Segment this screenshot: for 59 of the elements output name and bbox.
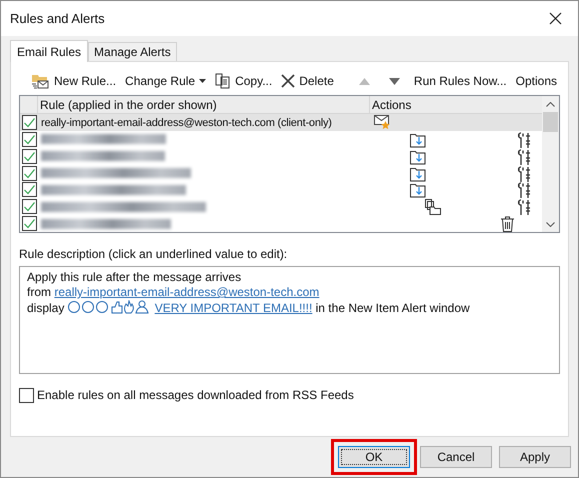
scroll-down-icon	[546, 222, 555, 227]
dropdown-rule-button[interactable]: Change Rule	[122, 70, 210, 92]
up-arrow-icon	[358, 78, 370, 84]
toolbar-button[interactable]: Run Rules Now...	[410, 70, 510, 92]
new-rule-button[interactable]: New Rule...	[29, 70, 120, 92]
window-title: Rules and Alerts	[10, 10, 105, 28]
scroll-up-icon	[546, 102, 555, 107]
folder-arrow-icon	[410, 182, 426, 198]
checkbox-label: Enable rules on all messages downloaded from RSS Feeds	[37, 387, 354, 404]
dialog-button[interactable]: Cancel	[420, 446, 492, 468]
dialog-button[interactable]: Apply	[499, 446, 571, 468]
delete-x-icon	[281, 74, 296, 88]
copy-icon	[215, 73, 232, 89]
close-icon	[549, 12, 562, 25]
checkbox[interactable]	[22, 199, 36, 214]
folder-arrow-icon	[410, 166, 426, 182]
dialog-button[interactable]: OK	[338, 446, 410, 468]
tools-icon	[518, 182, 531, 198]
folder-arrow-icon	[410, 132, 426, 148]
rule-name: really-important-email-address@weston-tech.com (client-only)	[41, 117, 332, 130]
checkbox[interactable]	[22, 115, 36, 130]
alert-text-link[interactable]: VERY IMPORTANT EMAIL!!!!	[68, 301, 312, 315]
tools-icon	[518, 132, 531, 148]
column-header[interactable]: Actions	[370, 96, 542, 113]
tools-icon	[518, 199, 531, 216]
folder-arrow-icon	[410, 148, 426, 165]
person-icon	[135, 300, 148, 314]
rule-description-label: Rule description (click an underlined value to edit):	[19, 246, 288, 263]
face-icon	[68, 301, 80, 313]
checkbox[interactable]	[22, 166, 36, 181]
folder-envelope-icon	[32, 73, 50, 89]
email-link[interactable]: really-important-email-address@weston-tech.com	[54, 285, 320, 299]
trash-icon	[501, 216, 514, 232]
toolbar-button[interactable]: Options	[512, 70, 560, 92]
thumbs-up-icon	[111, 302, 122, 314]
description-line: Apply this rule after the message arrives	[27, 270, 242, 285]
scroll-thumb[interactable]	[543, 112, 558, 132]
face-icon	[82, 301, 94, 313]
caret-icon	[199, 79, 206, 83]
checkbox[interactable]	[22, 182, 36, 198]
tab[interactable]: Manage Alerts	[88, 42, 177, 61]
description-line: display VERY IMPORTANT EMAIL!!!! in the New Item Alert window	[27, 300, 471, 316]
copy-folder-icon	[425, 199, 441, 216]
description-line: from really-important-email-address@weston-tech.com	[27, 285, 320, 300]
face-icon	[96, 301, 108, 313]
checkbox[interactable]	[19, 388, 34, 402]
down-arrow-icon	[388, 78, 400, 84]
envelope-star-icon	[374, 115, 391, 130]
checkbox[interactable]	[22, 148, 36, 164]
checkbox[interactable]	[22, 216, 36, 232]
column-header[interactable]: Rule (applied in the order shown)	[38, 96, 370, 113]
tab[interactable]: Email Rules	[10, 40, 88, 62]
checkbox[interactable]	[22, 132, 36, 147]
delete-rule-button[interactable]: Delete	[278, 70, 337, 92]
tools-icon	[518, 166, 531, 182]
rule-row[interactable]: really-important-email-address@weston-tech.com (client-only)	[20, 114, 542, 131]
copy-rule-button[interactable]: Copy...	[212, 70, 276, 92]
scrollbar[interactable]	[542, 96, 559, 232]
tools-icon	[518, 148, 531, 165]
